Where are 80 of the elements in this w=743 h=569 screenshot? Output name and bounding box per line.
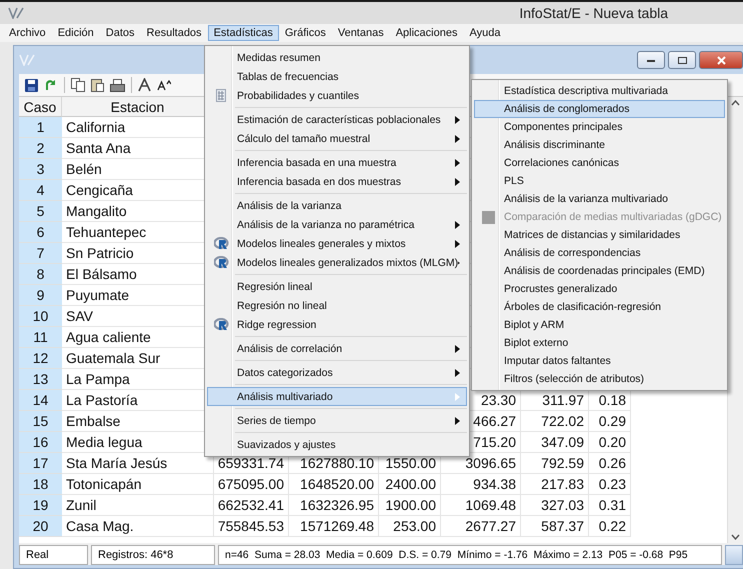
row-number-cell[interactable]: 1	[19, 117, 62, 138]
table-cell: Totonicapán	[62, 474, 214, 495]
table-cell: 2400.00	[379, 474, 441, 495]
table-cell: 1632326.95	[289, 495, 379, 516]
menu-item[interactable]: Correlaciones canónicas	[474, 154, 725, 172]
row-number-cell[interactable]: 15	[19, 411, 62, 432]
table-cell: 0.22	[589, 516, 631, 537]
menu-item[interactable]: Análisis de coordenadas principales (EMD)	[474, 262, 725, 280]
column-header[interactable]: Caso	[19, 97, 62, 117]
window-title: InfoStat/E - Nueva tabla	[519, 5, 668, 21]
row-number-cell[interactable]: 5	[19, 201, 62, 222]
status-records: Registros: 46*8	[91, 545, 215, 565]
menu-item[interactable]: Filtros (selección de atributos)	[474, 370, 725, 388]
table-cell: 587.37	[521, 516, 589, 537]
menu-bar-item[interactable]: Archivo	[3, 25, 52, 41]
table-cell: 0.31	[589, 495, 631, 516]
status-type: Real	[19, 545, 88, 565]
row-number-cell[interactable]: 17	[19, 453, 62, 474]
row-number-cell[interactable]: 12	[19, 348, 62, 369]
menu-bar-item[interactable]: Resultados	[140, 25, 208, 41]
row-number-cell[interactable]: 20	[19, 516, 62, 537]
menu-item[interactable]: Árboles de clasificación-regresión	[474, 298, 725, 316]
row-number-cell[interactable]: 18	[19, 474, 62, 495]
table-cell: Zunil	[62, 495, 214, 516]
row-number-cell[interactable]: 8	[19, 264, 62, 285]
menu-item[interactable]: Estadística descriptiva multivariada	[474, 82, 725, 100]
menu-item[interactable]: Análisis de la varianza multivariado	[474, 190, 725, 208]
table-cell: 0.26	[589, 453, 631, 474]
table-cell: 934.38	[441, 474, 521, 495]
menu-item[interactable]: PLS	[474, 172, 725, 190]
table-cell: 347.09	[521, 432, 589, 453]
table-cell: 217.83	[521, 474, 589, 495]
menu-bar-item[interactable]: Edición	[52, 25, 100, 41]
menu-item[interactable]: Biplot y ARM	[474, 316, 725, 334]
table-cell: 327.03	[521, 495, 589, 516]
table-cell: 675095.00	[214, 474, 289, 495]
menu-bar-item[interactable]: Ayuda	[463, 25, 506, 41]
table-cell: 0.23	[589, 474, 631, 495]
table-cell: 1900.00	[379, 495, 441, 516]
menu-bar-item[interactable]: Aplicaciones	[390, 25, 464, 41]
row-number-cell[interactable]: 10	[19, 306, 62, 327]
row-number-cell[interactable]: 2	[19, 138, 62, 159]
row-number-cell[interactable]: 11	[19, 327, 62, 348]
menu-item[interactable]: Imputar datos faltantes	[474, 352, 725, 370]
table-cell: 1571269.48	[289, 516, 379, 537]
table-cell: 755845.53	[214, 516, 289, 537]
menu-bar-item[interactable]: Gráficos	[278, 25, 332, 41]
table-cell: 1069.48	[441, 495, 521, 516]
row-number-cell[interactable]: 4	[19, 180, 62, 201]
menu-item[interactable]: Análisis multivariado	[207, 387, 467, 406]
menu-item[interactable]: Medidas resumen	[207, 48, 467, 67]
table-cell: 2677.27	[441, 516, 521, 537]
menu-item[interactable]: Biplot externo	[474, 334, 725, 352]
row-number-cell[interactable]: 14	[19, 390, 62, 411]
menu-item[interactable]: Procrustes generalizado	[474, 280, 725, 298]
status-summary: n=46 Suma = 28.03 Media = 0.609 D.S. = 0.79 Mínimo = -1.76 Máximo = 2.13 P05 = -0.68 P95	[218, 545, 722, 565]
row-number-cell[interactable]: 6	[19, 222, 62, 243]
row-number-cell[interactable]: 19	[19, 495, 62, 516]
table-cell: 1648520.00	[289, 474, 379, 495]
menu-item[interactable]: Análisis de conglomerados	[474, 100, 725, 118]
row-number-cell[interactable]: 3	[19, 159, 62, 180]
row-number-cell[interactable]: 13	[19, 369, 62, 390]
menu-item[interactable]: Análisis de correspondencias	[474, 244, 725, 262]
menu-item[interactable]: Análisis discriminante	[474, 136, 725, 154]
row-number-cell[interactable]: 16	[19, 432, 62, 453]
table-cell: 253.00	[379, 516, 441, 537]
menu-bar-item[interactable]: Ventanas	[332, 25, 390, 41]
menu-bar-item[interactable]: Estadísticas	[208, 25, 279, 41]
row-number-cell[interactable]: 9	[19, 285, 62, 306]
table-cell: Casa Mag.	[62, 516, 214, 537]
menu-item[interactable]: Tablas de frecuencias	[207, 67, 467, 86]
table-cell: 0.20	[589, 432, 631, 453]
table-cell: 792.59	[521, 453, 589, 474]
table-cell: 0.29	[589, 411, 631, 432]
menu-item[interactable]: Matrices de distancias y similaridades	[474, 226, 725, 244]
menu-item[interactable]: Componentes principales	[474, 118, 725, 136]
table-cell: 662532.41	[214, 495, 289, 516]
row-number-cell[interactable]: 7	[19, 243, 62, 264]
table-cell: 722.02	[521, 411, 589, 432]
menu-bar-item[interactable]: Datos	[100, 25, 141, 41]
